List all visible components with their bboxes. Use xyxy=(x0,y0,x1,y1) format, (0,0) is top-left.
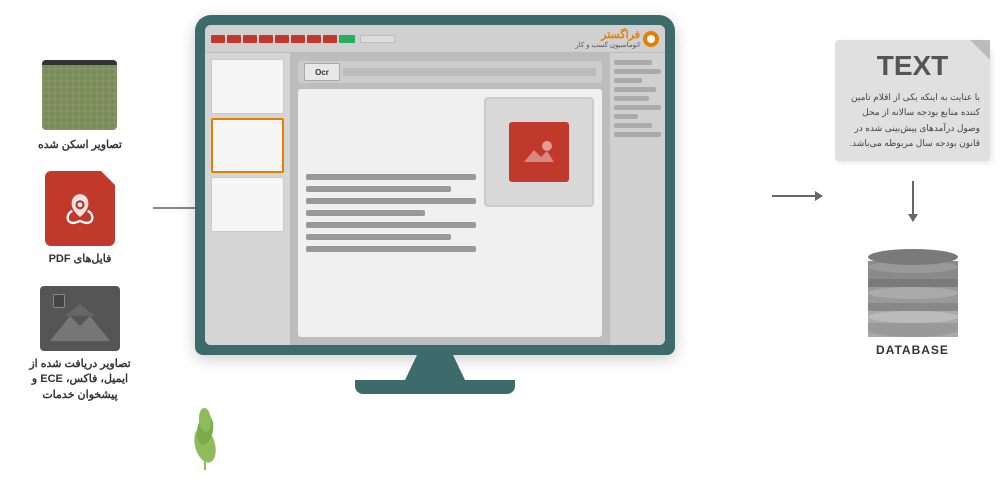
pdf-item: فایل‌های PDF xyxy=(45,171,115,267)
monitor-neck xyxy=(405,355,465,380)
doc-line-5 xyxy=(306,222,476,228)
doc-image-placeholder xyxy=(484,97,594,207)
scene: تصاویر اسکن شده فایل‌های PDF xyxy=(0,0,1000,500)
doc-line-6 xyxy=(306,234,451,240)
database-label: DATABASE xyxy=(876,343,949,357)
redbar5 xyxy=(275,35,289,43)
monitor-screen: فراگستر اتوماسیون کسب و کار xyxy=(205,25,665,345)
right-line-4 xyxy=(614,87,656,92)
brand-subtitle: اتوماسیون کسب و کار xyxy=(575,41,640,49)
redbar1 xyxy=(211,35,225,43)
screen-content: Ocr xyxy=(205,53,665,345)
email-image-icon xyxy=(40,286,120,351)
doc-line-2 xyxy=(306,186,451,192)
doc-line-4 xyxy=(306,210,425,216)
pdf-icon xyxy=(45,171,115,246)
screen-main: Ocr xyxy=(290,53,610,345)
ocr-badge: Ocr xyxy=(304,63,340,81)
right-line-8 xyxy=(614,123,652,128)
doc-line-7 xyxy=(306,246,476,252)
monitor-container: فراگستر اتوماسیون کسب و کار xyxy=(195,15,675,394)
text-card: TEXT با عنایت به اینکه یکی از اقلام تامی… xyxy=(835,40,990,161)
database: DATABASE xyxy=(868,241,958,357)
brand-name: فراگستر xyxy=(601,28,640,41)
db-top-ellipse xyxy=(868,249,958,265)
screen-right-panel xyxy=(610,53,665,345)
screen-topbar: فراگستر اتوماسیون کسب و کار xyxy=(205,25,665,53)
redbar3 xyxy=(243,35,257,43)
topbar-brand: فراگستر اتوماسیون کسب و کار xyxy=(575,28,659,49)
monitor-base xyxy=(355,380,515,394)
scanned-label: تصاویر اسکن شده xyxy=(38,138,122,153)
redbar6 xyxy=(291,35,305,43)
redbar8 xyxy=(323,35,337,43)
greenbar xyxy=(339,35,355,43)
db-layer-3 xyxy=(868,311,958,337)
right-line-7 xyxy=(614,114,638,119)
sidebar-thumb-2 xyxy=(211,118,284,173)
screen-sidebar xyxy=(205,53,290,345)
arrow-down xyxy=(912,181,914,221)
plant-decoration xyxy=(185,390,225,470)
doc-image-icon xyxy=(509,122,569,182)
scanned-item: تصاویر اسکن شده xyxy=(38,60,122,153)
right-line-2 xyxy=(614,69,661,74)
text-card-body: با عنایت به اینکه یکی از اقلام تامین کنن… xyxy=(845,90,980,151)
scanned-image-icon xyxy=(42,60,117,130)
main-doc-area xyxy=(298,89,602,337)
inputbar xyxy=(360,35,395,43)
pdf-label: فایل‌های PDF xyxy=(49,252,112,267)
right-line-6 xyxy=(614,105,661,110)
doc-text-column xyxy=(306,97,476,329)
sidebar-thumb-3 xyxy=(211,177,284,232)
right-line-9 xyxy=(614,132,661,137)
right-line-3 xyxy=(614,78,642,83)
email-label: تصاویر دریافت شده از ایمیل، فاکس، ECE و … xyxy=(20,357,140,403)
right-line-1 xyxy=(614,60,652,65)
left-inputs: تصاویر اسکن شده فایل‌های PDF xyxy=(20,60,140,403)
toolbar-spacer xyxy=(343,68,596,76)
sidebar-thumb-1 xyxy=(211,59,284,114)
right-line-5 xyxy=(614,96,649,101)
ocr-label: Ocr xyxy=(315,68,329,77)
right-side: TEXT با عنایت به اینکه یکی از اقلام تامی… xyxy=(835,40,990,357)
brand-logo-icon xyxy=(643,31,659,47)
image-icon-svg xyxy=(519,132,559,172)
redbar7 xyxy=(307,35,321,43)
doc-line-3 xyxy=(306,198,476,204)
topbar-colorbar xyxy=(211,35,571,43)
redbar4 xyxy=(259,35,273,43)
text-card-title: TEXT xyxy=(845,50,980,82)
doc-line-1 xyxy=(306,174,476,180)
email-item: تصاویر دریافت شده از ایمیل، فاکس، ECE و … xyxy=(20,286,140,403)
redbar2 xyxy=(227,35,241,43)
arrow-to-text xyxy=(772,195,822,197)
main-toolbar: Ocr xyxy=(298,61,602,83)
monitor: فراگستر اتوماسیون کسب و کار xyxy=(195,15,675,355)
